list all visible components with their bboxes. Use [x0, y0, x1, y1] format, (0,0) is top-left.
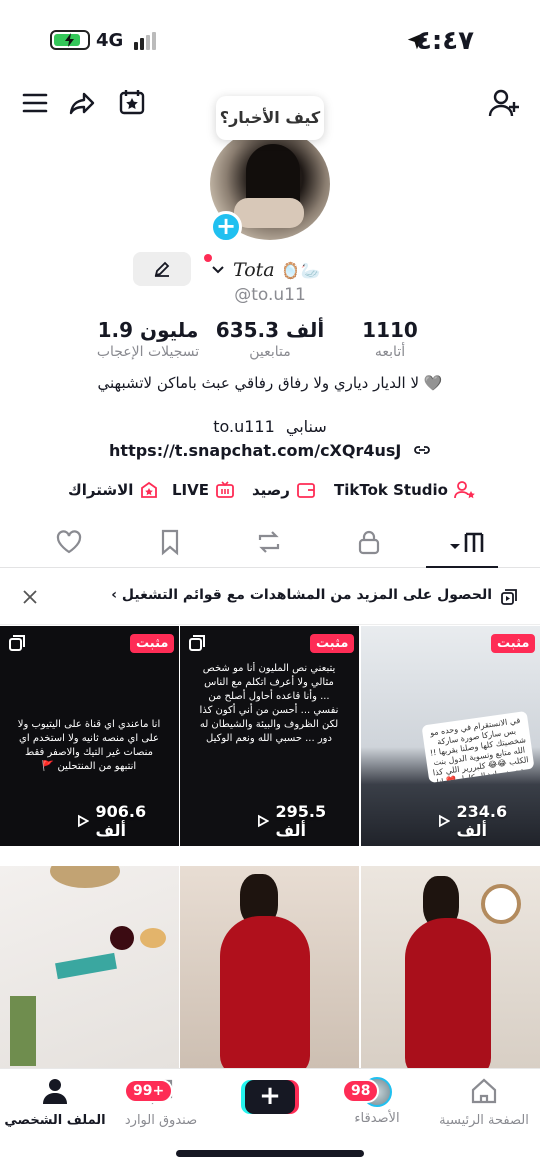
- stat-following[interactable]: 1110 أتابعه: [320, 318, 460, 360]
- snap-line: سنابي to.u111: [0, 417, 540, 436]
- add-story-button[interactable]: +: [210, 211, 242, 243]
- pinned-badge: مثبت: [310, 634, 355, 653]
- status-time: ٤:٤٧: [415, 26, 474, 56]
- view-count: 295.5 ألف: [256, 802, 359, 840]
- balance-label: رصيد: [252, 481, 290, 499]
- nav-friends[interactable]: الأصدقاء 98: [322, 1077, 432, 1126]
- nickname-row[interactable]: Tota 🪞🦢: [203, 256, 343, 284]
- video-thumbnail[interactable]: مثبت يتبعني نص المليون أنا مو شخص مثالي …: [180, 626, 359, 846]
- multi-photo-icon: [189, 635, 205, 651]
- reposts-tab-icon[interactable]: [255, 528, 283, 556]
- nav-home-label: الصفحة الرئيسية: [439, 1113, 529, 1128]
- status-bar: 4G ٤:٤٧: [0, 0, 540, 80]
- stat-likes[interactable]: 1.9 مليون تسجيلات الإعجاب: [78, 318, 218, 360]
- red-dress-shape: [405, 918, 491, 1068]
- live-chip[interactable]: LIVE: [172, 480, 235, 500]
- battery-icon: [50, 30, 90, 50]
- calendar-star-icon[interactable]: [118, 88, 146, 116]
- live-label: LIVE: [172, 481, 209, 499]
- subscribe-label: الاشتراك: [68, 481, 134, 499]
- snap-value: to.u111: [213, 417, 275, 436]
- inbox-badge: 99+: [124, 1079, 174, 1103]
- bio-link[interactable]: https://t.snapchat.com/cXQr4usJ: [0, 441, 540, 460]
- nav-inbox[interactable]: صندوق الوارد 99+: [106, 1077, 216, 1128]
- network-label: 4G: [96, 30, 124, 51]
- private-tab-lock-icon[interactable]: [355, 528, 383, 556]
- grass-shape: [10, 996, 36, 1066]
- nav-friends-label: الأصدقاء: [354, 1111, 400, 1126]
- friends-badge: 98: [342, 1079, 380, 1103]
- tiktok-studio-chip[interactable]: TikTok Studio: [334, 480, 476, 500]
- nickname: Tota: [233, 259, 275, 281]
- home-icon: [471, 1078, 497, 1104]
- videos-tab-grid-icon[interactable]: [448, 528, 488, 556]
- nav-profile[interactable]: الملف الشخصي: [0, 1077, 110, 1128]
- clock-shape: [481, 884, 521, 924]
- playlist-icon: [501, 589, 517, 605]
- cake-shape: [140, 928, 166, 948]
- nav-profile-label: الملف الشخصي: [4, 1113, 106, 1128]
- saved-tab-bookmark-icon[interactable]: [156, 528, 184, 556]
- red-dress-shape: [220, 916, 310, 1068]
- pencil-icon: [154, 261, 170, 277]
- live-icon: [216, 481, 234, 498]
- active-tab-indicator: [426, 566, 498, 568]
- pinned-badge: مثبت: [491, 634, 536, 653]
- wallet-icon: [297, 483, 315, 498]
- video-thumbnail[interactable]: [180, 866, 359, 1068]
- signal-icon: [134, 32, 160, 50]
- link-text: https://t.snapchat.com/cXQr4usJ: [109, 441, 402, 460]
- cup-shape: [110, 926, 134, 950]
- studio-person-icon: [454, 481, 475, 499]
- video-thumbnail[interactable]: [0, 866, 179, 1068]
- video-thumbnail[interactable]: مثبت انا ماعندي اي قناة على اليتيوب ولا …: [0, 626, 179, 846]
- plus-icon: +: [245, 1080, 295, 1114]
- play-icon: [78, 814, 90, 828]
- username: @to.u11: [234, 285, 306, 305]
- chevron-down-icon: [212, 266, 224, 274]
- snap-label: سنابي: [285, 417, 327, 436]
- play-icon: [439, 814, 451, 828]
- video-caption: يتبعني نص المليون أنا مو شخص مثالي ولا أ…: [199, 663, 339, 744]
- basket-shape: [50, 866, 120, 888]
- bio-text: لا الديار دياري ولا رفاق رفاقي عبث باماك…: [97, 374, 443, 392]
- stat-followers[interactable]: 635.3 ألف متابعين: [200, 318, 340, 360]
- home-indicator: [176, 1150, 364, 1157]
- view-count: 906.6 ألف: [76, 802, 179, 840]
- nav-inbox-label: صندوق الوارد: [124, 1113, 198, 1128]
- subscribe-icon: [141, 481, 158, 498]
- video-grid: مثبت في الانستقرام في وحده مو بس ساركا ص…: [0, 626, 540, 1068]
- video-caption: في الانستقرام في وحده مو بس ساركا صورة س…: [421, 710, 535, 784]
- menu-icon[interactable]: [21, 89, 49, 117]
- subscribe-chip[interactable]: الاشتراك: [68, 480, 159, 500]
- studio-label: TikTok Studio: [334, 481, 448, 499]
- banner-text: الحصول على المزيد من المشاهدات مع قوائم …: [111, 587, 492, 603]
- edit-profile-button[interactable]: [133, 252, 191, 286]
- view-count: 234.6 ألف: [437, 802, 540, 840]
- playlist-banner[interactable]: الحصول على المزيد من المشاهدات مع قوائم …: [0, 569, 540, 625]
- balance-chip[interactable]: رصيد: [252, 480, 316, 500]
- nickname-emoji: 🪞🦢: [280, 260, 321, 280]
- pinned-badge: مثبت: [130, 634, 175, 653]
- nav-home[interactable]: الصفحة الرئيسية: [429, 1077, 539, 1128]
- link-icon: [414, 446, 430, 454]
- profile-chips: الاشتراك LIVE رصيد TikTok Studio: [0, 480, 540, 504]
- video-caption: انا ماعندي اي قناة على اليتيوب ولا على ا…: [17, 719, 161, 772]
- profile-icon: [43, 1079, 67, 1104]
- liked-tab-heart-icon[interactable]: [55, 528, 83, 556]
- video-thumbnail[interactable]: [361, 866, 540, 1068]
- box-shape: [55, 952, 117, 980]
- share-icon[interactable]: [68, 89, 96, 117]
- add-friend-icon[interactable]: [488, 88, 520, 120]
- play-icon: [258, 814, 270, 828]
- video-thumbnail[interactable]: مثبت في الانستقرام في وحده مو بس ساركا ص…: [361, 626, 540, 846]
- status-bubble[interactable]: كيف الأخبار؟: [216, 96, 324, 140]
- close-icon[interactable]: [22, 589, 38, 605]
- create-button[interactable]: +: [241, 1080, 299, 1114]
- multi-photo-icon: [9, 635, 25, 651]
- content-tabs: [0, 520, 540, 568]
